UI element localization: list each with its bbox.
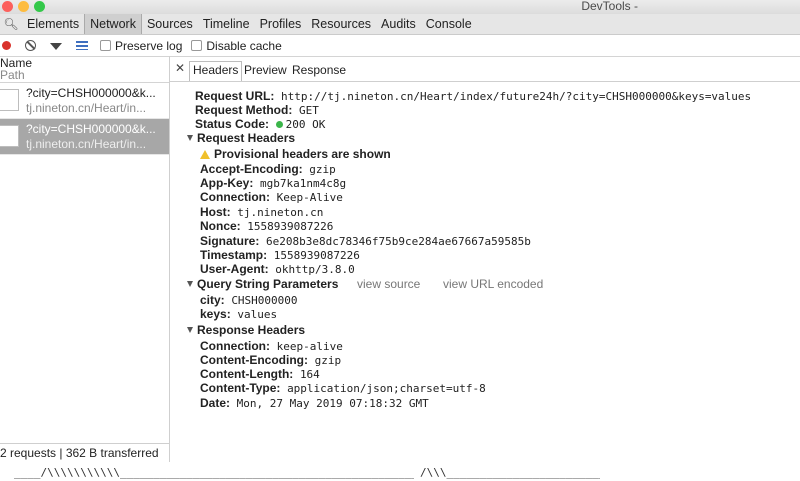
disclosure-triangle-icon [187, 281, 193, 287]
tab-audits[interactable]: Audits [376, 14, 421, 34]
tab-sources[interactable]: Sources [142, 14, 198, 34]
request-header-row: Connection: Keep-Alive [200, 190, 343, 204]
filter-icon[interactable] [50, 43, 62, 50]
header-key: Status Code: [195, 117, 270, 131]
close-icon[interactable]: ✕ [175, 61, 185, 75]
zoom-window-button[interactable] [34, 1, 45, 12]
request-host: tj.nineton.cn/Heart/in... [26, 101, 147, 115]
general-row: Request Method: GET [195, 103, 319, 117]
ascii-decoration: /\\\_____________________________ [420, 466, 600, 479]
tab-elements[interactable]: Elements [22, 14, 84, 34]
tab-network[interactable]: Network [84, 14, 142, 34]
provisional-warning: Provisional headers are shown [200, 147, 391, 161]
tab-console[interactable]: Console [421, 14, 477, 34]
title-bar: DevTools - [0, 0, 800, 14]
window-title: DevTools - [581, 0, 638, 13]
preserve-log-label: Preserve log [115, 38, 183, 53]
request-header-row: Nonce: 1558939087226 [200, 219, 334, 233]
request-row-selected[interactable]: ?city=CHSH000000&k... tj.nineton.cn/Hear… [0, 119, 169, 155]
response-header-row: Content-Encoding: gzip [200, 353, 342, 367]
request-list-header[interactable]: Name Path [0, 56, 169, 83]
query-param-row: keys: values [200, 307, 278, 321]
view-url-encoded-link[interactable]: view URL encoded [443, 277, 543, 291]
header-key: Request URL: [195, 89, 275, 103]
section-title: Response Headers [197, 323, 306, 337]
close-window-button[interactable] [2, 1, 13, 12]
clear-icon[interactable] [25, 40, 36, 51]
tab-preview[interactable]: Preview [244, 63, 287, 77]
disable-cache-checkbox[interactable] [191, 40, 203, 51]
disclosure-triangle-icon [187, 327, 193, 333]
general-row: Request URL: http://tj.nineton.cn/Heart/… [195, 89, 751, 103]
status-ok-icon [275, 121, 283, 128]
preserve-log-checkbox[interactable] [100, 40, 111, 51]
request-header-row: User-Agent: okhttp/3.8.0 [200, 262, 355, 276]
response-headers-toggle[interactable]: Response Headers [187, 323, 305, 337]
request-header-row: Signature: 6e208b3e8dc78346f75b9ce284ae6… [200, 234, 531, 248]
request-name: ?city=CHSH000000&k... [26, 86, 156, 100]
header-key: Request Method: [195, 103, 293, 117]
request-list: Name Path ?city=CHSH000000&k... tj.ninet… [0, 56, 170, 462]
request-row[interactable]: ?city=CHSH000000&k... tj.nineton.cn/Hear… [0, 83, 169, 119]
response-header-row: Content-Length: 164 [200, 367, 320, 381]
document-icon [0, 89, 19, 111]
request-host: tj.nineton.cn/Heart/in... [26, 137, 147, 151]
column-path-label: Path [0, 68, 25, 82]
devtools-window: DevTools - 🔍︎ Elements Network Sources T… [0, 0, 800, 462]
section-title: Request Headers [197, 131, 296, 145]
disclosure-triangle-icon [187, 135, 193, 141]
response-header-row: Date: Mon, 27 May 2019 07:18:32 GMT [200, 396, 429, 410]
panel-tabbar: 🔍︎ Elements Network Sources Timeline Pro… [0, 14, 800, 35]
network-toolbar: Preserve log Disable cache [0, 35, 800, 57]
request-details: ✕ Headers Preview Response Request URL: … [170, 56, 800, 462]
response-header-row: Content-Type: application/json;charset=u… [200, 381, 486, 395]
record-icon[interactable] [2, 41, 11, 50]
request-name: ?city=CHSH000000&k... [26, 122, 156, 136]
query-params-toggle[interactable]: Query String Parameters [187, 277, 338, 291]
large-rows-icon[interactable] [76, 41, 88, 50]
query-param-row: city: CHSH000000 [200, 293, 298, 307]
minimize-window-button[interactable] [18, 1, 29, 12]
detail-tabbar: ✕ Headers Preview Response [170, 56, 800, 82]
request-header-row: Timestamp: 1558939087226 [200, 248, 360, 262]
header-value: GET [298, 104, 319, 117]
search-icon[interactable]: 🔍︎ [0, 17, 22, 31]
request-header-row: Host: tj.nineton.cn [200, 205, 324, 219]
header-value: http://tj.nineton.cn/Heart/index/future2… [280, 90, 752, 103]
bottom-decoration: ____/\\\\\\\\\\\________________________… [0, 462, 800, 481]
request-headers-toggle[interactable]: Request Headers [187, 131, 295, 145]
request-summary: 2 requests | 362 B transferred [0, 443, 169, 462]
header-value: 200 OK [285, 118, 326, 131]
tab-headers[interactable]: Headers [189, 61, 243, 81]
ascii-decoration: ____/\\\\\\\\\\\________________________… [14, 466, 414, 479]
tab-response[interactable]: Response [292, 63, 346, 77]
tab-profiles[interactable]: Profiles [255, 14, 307, 34]
general-row: Status Code: 200 OK [195, 117, 325, 131]
request-header-row: Accept-Encoding: gzip [200, 162, 336, 176]
request-header-row: App-Key: mgb7ka1nm4c8g [200, 176, 347, 190]
response-header-row: Connection: keep-alive [200, 339, 343, 353]
section-title: Query String Parameters [197, 277, 339, 291]
tab-resources[interactable]: Resources [306, 14, 376, 34]
tab-timeline[interactable]: Timeline [198, 14, 255, 34]
document-icon [0, 125, 19, 147]
disable-cache-label: Disable cache [206, 38, 282, 53]
view-source-link[interactable]: view source [357, 277, 420, 291]
warning-icon [200, 150, 210, 159]
